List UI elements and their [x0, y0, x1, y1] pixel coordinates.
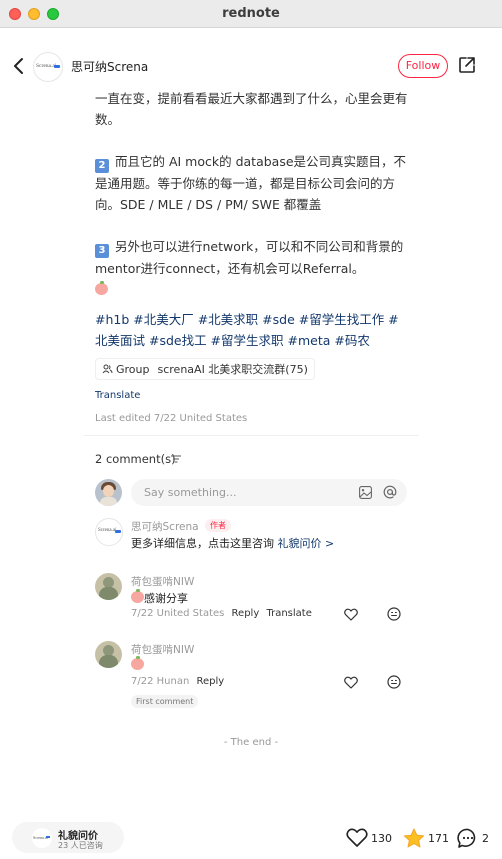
heart-icon[interactable] [344, 608, 358, 621]
commenter-name[interactable]: 荷包蛋啃NIW [131, 574, 194, 589]
comment-text: 更多详细信息，点击这里咨询 礼貌问价 > [131, 535, 334, 551]
inquiry-card[interactable]: Screna.ai 礼貌问价 23 人已咨询 [12, 822, 124, 853]
peach-emoji-icon [131, 656, 144, 670]
window-title: rednote [222, 6, 280, 21]
hashtag-list[interactable]: #h1b #北美大厂 #北美求职 #sde #留学生找工作 #北美面试 #sde… [95, 309, 400, 351]
follow-button[interactable]: Follow [398, 54, 448, 78]
post-paragraph: 一直在变，提前看看最近大家都遇到了什么，心里会更有数。 [95, 91, 408, 127]
comments-count: 2 comment(s) [95, 452, 176, 466]
keycap-number-2-icon: 2 [95, 159, 109, 173]
comment-text-body: 感谢分享 [144, 592, 188, 605]
screna-logo-text: Screna.ai [98, 528, 117, 533]
share-icon[interactable] [457, 55, 477, 75]
author-name[interactable]: 思可纳Screna [71, 58, 148, 75]
star-icon [403, 828, 425, 848]
inquiry-card-subtitle: 23 人已咨询 [58, 841, 103, 850]
heart-icon [346, 828, 368, 847]
post-paragraph-text: 而且它的 AI mock的 database是公司真实题目，不是通用题。等于你练… [95, 154, 407, 212]
first-comment-badge: First comment [131, 695, 199, 708]
post-body: 一直在变，提前看看最近大家都遇到了什么，心里会更有数。 2 而且它的 AI mo… [95, 88, 415, 300]
translate-link[interactable]: Translate [95, 390, 140, 401]
divider [84, 435, 419, 436]
screna-logo-mark [54, 65, 60, 68]
screna-logo-mark [115, 530, 121, 533]
emoji-reaction-icon[interactable] [387, 607, 401, 621]
author-avatar[interactable]: Screna.ai [33, 52, 63, 82]
group-label: Group [116, 362, 150, 376]
post-paragraph: 3 另外也可以进行network，可以和不同公司和背景的mentor进行conn… [95, 236, 415, 300]
sort-icon[interactable] [171, 455, 181, 463]
favorite-count: 171 [428, 832, 449, 845]
comment-bubble-icon [457, 828, 476, 848]
commenter-avatar[interactable]: Screna.ai [95, 518, 123, 546]
group-icon [102, 364, 113, 374]
comment-text [131, 656, 144, 672]
current-user-avatar [95, 479, 122, 506]
group-name: screnaAI 北美求职交流群(75) [157, 363, 308, 376]
like-count: 130 [371, 831, 392, 845]
post-paragraph-text: 另外也可以进行network，可以和不同公司和背景的mentor进行connec… [95, 239, 404, 276]
comment-input[interactable]: Say something... [131, 479, 407, 506]
comment-date-location: 7/22 Hunan [131, 676, 190, 687]
image-icon[interactable] [359, 486, 372, 499]
comment-button[interactable]: 2 [457, 828, 489, 849]
comment-meta: 7/22 United States Reply Translate [131, 608, 312, 619]
author-tag: 作者 [205, 519, 231, 532]
reply-button[interactable]: Reply [196, 676, 224, 687]
peach-emoji-icon [95, 281, 108, 295]
commenter-name[interactable]: 思可纳Screna [131, 519, 199, 534]
inquiry-link[interactable]: 礼貌问价 > [278, 537, 335, 550]
back-arrow-icon[interactable] [11, 56, 27, 76]
last-edited-info: Last edited 7/22 United States [95, 413, 248, 424]
screna-logo: Screna.ai [32, 828, 52, 848]
post-paragraph: 2 而且它的 AI mock的 database是公司真实题目，不是通用题。等于… [95, 151, 415, 215]
reply-button[interactable]: Reply [232, 608, 260, 619]
peach-emoji-icon [131, 589, 144, 603]
screna-logo-mark [46, 836, 50, 838]
comment-meta: 7/22 Hunan Reply [131, 676, 224, 687]
group-chip[interactable]: Group screnaAI 北美求职交流群(75) [95, 358, 315, 380]
end-of-comments: - The end - [223, 737, 279, 748]
commenter-avatar[interactable] [95, 573, 122, 600]
comment-text-body: 更多详细信息，点击这里咨询 [131, 537, 274, 550]
translate-button[interactable]: Translate [266, 608, 311, 619]
emoji-reaction-icon[interactable] [387, 675, 401, 689]
mention-icon[interactable] [383, 485, 397, 499]
commenter-avatar[interactable] [95, 641, 122, 668]
comment-text: 感谢分享 [131, 589, 188, 606]
commenter-name[interactable]: 荷包蛋啃NIW [131, 642, 194, 657]
favorite-button[interactable]: 171 [403, 828, 449, 849]
comment-date-location: 7/22 United States [131, 608, 225, 619]
comment-input-placeholder: Say something... [144, 486, 237, 499]
heart-icon[interactable] [344, 676, 358, 689]
comment-count: 2 [482, 832, 489, 845]
keycap-number-3-icon: 3 [95, 244, 109, 258]
window-titlebar: rednote [0, 0, 502, 28]
like-button[interactable]: 130 [346, 828, 392, 848]
